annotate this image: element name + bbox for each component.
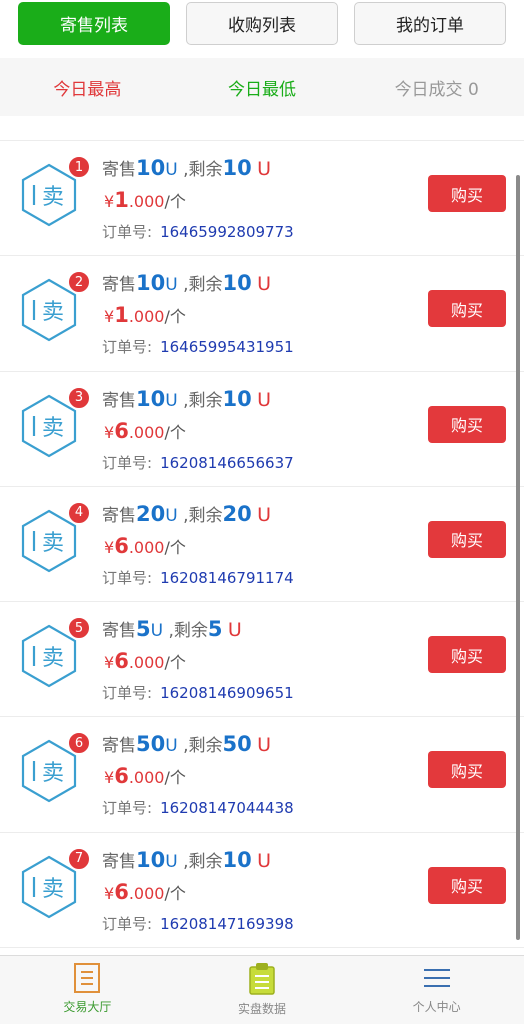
order-number: 订单号: 16208147044438 bbox=[102, 799, 294, 818]
order-list: 卖 1 寄售10U ,剩余10 U ¥1.000/个 订单号: 164659928… bbox=[0, 140, 524, 949]
buy-button[interactable]: 购买 bbox=[428, 636, 506, 674]
today-high: 今日最高 bbox=[53, 79, 122, 100]
sale-info: 寄售50U ,剩余50 U bbox=[102, 732, 272, 757]
buy-button[interactable]: 购买 bbox=[428, 405, 506, 443]
rank-badge: 1 bbox=[68, 156, 90, 178]
sell-icon-text: 卖 bbox=[42, 877, 64, 902]
sale-info: 寄售5U ,剩余5 U bbox=[102, 617, 242, 642]
tab-my-orders[interactable]: 我的订单 bbox=[354, 2, 506, 45]
scrollbar[interactable] bbox=[516, 175, 520, 940]
order-row: 卖 4 寄售20U ,剩余20 U ¥6.000/个 订单号: 162081467… bbox=[0, 486, 524, 603]
today-deals: 今日成交 0 bbox=[394, 79, 479, 100]
order-row: 卖 5 寄售5U ,剩余5 U ¥6.000/个 订单号: 16208146909… bbox=[0, 602, 524, 718]
clipboard-icon bbox=[249, 963, 275, 995]
sale-info: 寄售10U ,剩余10 U bbox=[102, 271, 272, 296]
unit-price: ¥1.000/个 bbox=[104, 188, 186, 212]
sale-info: 寄售10U ,剩余10 U bbox=[102, 847, 272, 872]
unit-price: ¥6.000/个 bbox=[104, 764, 186, 789]
nav-trade-hall[interactable]: 交易大厅 bbox=[0, 956, 175, 1024]
sell-icon-text: 卖 bbox=[42, 185, 64, 210]
order-number: 订单号: 16208146791174 bbox=[102, 568, 294, 587]
buy-button[interactable]: 购买 bbox=[428, 175, 506, 212]
order-row: 卖 2 寄售10U ,剩余10 U ¥1.000/个 订单号: 164659954… bbox=[0, 256, 524, 372]
today-low: 今日最低 bbox=[228, 79, 296, 100]
buy-button[interactable]: 购买 bbox=[428, 866, 506, 904]
sell-icon-text: 卖 bbox=[42, 531, 64, 556]
order-number: 订单号: 16208146909651 bbox=[102, 684, 294, 703]
hamburger-menu-icon bbox=[423, 969, 450, 987]
order-number: 订单号: 16208147169398 bbox=[102, 914, 294, 933]
rank-badge: 4 bbox=[68, 501, 90, 524]
order-number: 订单号: 16208146656637 bbox=[102, 453, 294, 472]
rank-badge: 3 bbox=[68, 386, 90, 409]
document-list-icon bbox=[74, 963, 101, 993]
sale-info: 寄售10U ,剩余10 U bbox=[102, 386, 272, 411]
top-tab-bar: 寄售列表 收购列表 我的订单 bbox=[0, 0, 524, 58]
sale-info: 寄售20U ,剩余20 U bbox=[102, 501, 272, 526]
nav-market-data[interactable]: 实盘数据 bbox=[175, 956, 350, 1024]
buy-button[interactable]: 购买 bbox=[428, 751, 506, 789]
bottom-nav: 交易大厅 实盘数据 个人中心 bbox=[0, 955, 524, 1024]
nav-trade-hall-label: 交易大厅 bbox=[63, 1000, 112, 1014]
unit-price: ¥6.000/个 bbox=[104, 418, 186, 443]
buy-button[interactable]: 购买 bbox=[428, 290, 506, 328]
tab-sell-list[interactable]: 寄售列表 bbox=[18, 2, 170, 45]
order-row: 卖 6 寄售50U ,剩余50 U ¥6.000/个 订单号: 162081470… bbox=[0, 717, 524, 833]
sell-icon-text: 卖 bbox=[42, 761, 64, 786]
order-row: 卖 1 寄售10U ,剩余10 U ¥1.000/个 订单号: 164659928… bbox=[0, 141, 524, 257]
buy-button[interactable]: 购买 bbox=[428, 520, 506, 558]
nav-market-data-label: 实盘数据 bbox=[238, 1002, 287, 1016]
order-number: 订单号: 16465995431951 bbox=[102, 338, 294, 357]
sell-icon-text: 卖 bbox=[42, 300, 64, 325]
unit-price: ¥6.000/个 bbox=[104, 879, 186, 904]
unit-price: ¥1.000/个 bbox=[104, 303, 186, 328]
tab-buy-list[interactable]: 收购列表 bbox=[186, 2, 338, 45]
sell-icon-text: 卖 bbox=[42, 646, 64, 671]
rank-badge: 5 bbox=[68, 617, 90, 640]
nav-personal-center[interactable]: 个人中心 bbox=[349, 956, 524, 1024]
order-row: 卖 3 寄售10U ,剩余10 U ¥6.000/个 订单号: 162081466… bbox=[0, 371, 524, 487]
rank-badge: 7 bbox=[68, 847, 90, 870]
unit-price: ¥6.000/个 bbox=[104, 649, 186, 674]
rank-badge: 2 bbox=[68, 271, 90, 294]
sale-info: 寄售10U ,剩余10 U bbox=[102, 156, 272, 180]
nav-personal-center-label: 个人中心 bbox=[412, 1000, 461, 1014]
stats-bar: 今日最高 今日最低 今日成交 0 bbox=[0, 58, 524, 116]
order-row: 卖 7 寄售10U ,剩余10 U ¥6.000/个 订单号: 162081471… bbox=[0, 832, 524, 949]
order-number: 订单号: 16465992809773 bbox=[102, 223, 294, 241]
unit-price: ¥6.000/个 bbox=[104, 533, 186, 558]
rank-badge: 6 bbox=[68, 732, 90, 755]
sell-icon-text: 卖 bbox=[42, 416, 64, 441]
